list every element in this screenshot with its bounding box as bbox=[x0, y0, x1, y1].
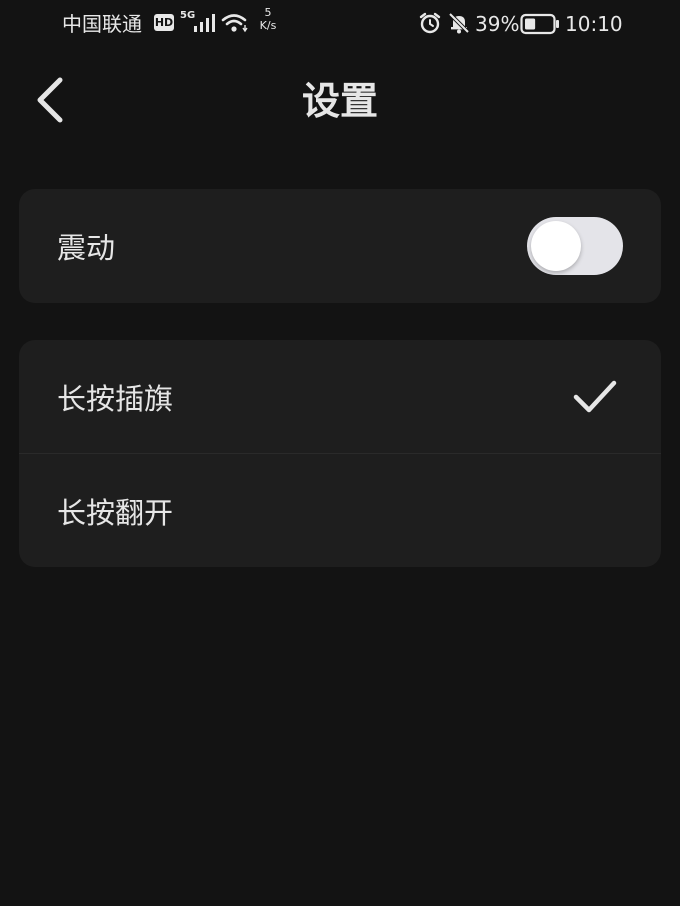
speed-unit: K/s bbox=[259, 19, 277, 32]
check-icon bbox=[573, 380, 617, 413]
hd-badge: HD bbox=[154, 14, 174, 31]
toggle-knob bbox=[531, 221, 581, 271]
option-long-press-reveal[interactable]: 长按翻开 bbox=[19, 453, 661, 567]
vibrate-label: 震动 bbox=[57, 230, 116, 265]
signal-icon bbox=[194, 14, 215, 32]
vibrate-toggle[interactable] bbox=[527, 217, 623, 275]
speed-value: 5 bbox=[264, 6, 272, 19]
carrier-name: 中国联通 bbox=[62, 12, 142, 36]
page-title: 设置 bbox=[301, 79, 378, 123]
battery-icon bbox=[520, 13, 559, 35]
alarm-icon bbox=[419, 12, 441, 34]
long-press-options-card: 长按插旗 长按翻开 bbox=[19, 340, 661, 567]
status-bar: 中国联通 HD 5G 5 K/s 39% 10:10 bbox=[0, 0, 680, 48]
option-label: 长按插旗 bbox=[57, 381, 174, 416]
mute-icon bbox=[448, 12, 470, 34]
option-long-press-flag[interactable]: 长按插旗 bbox=[19, 340, 661, 453]
option-label: 长按翻开 bbox=[57, 495, 174, 530]
clock: 10:10 bbox=[565, 12, 623, 36]
wifi-icon bbox=[221, 14, 248, 33]
vibrate-card: 震动 bbox=[19, 189, 661, 303]
vibrate-row[interactable]: 震动 bbox=[19, 189, 661, 302]
battery-percent: 39% bbox=[475, 12, 520, 36]
network-speed: 5 K/s bbox=[255, 6, 281, 32]
